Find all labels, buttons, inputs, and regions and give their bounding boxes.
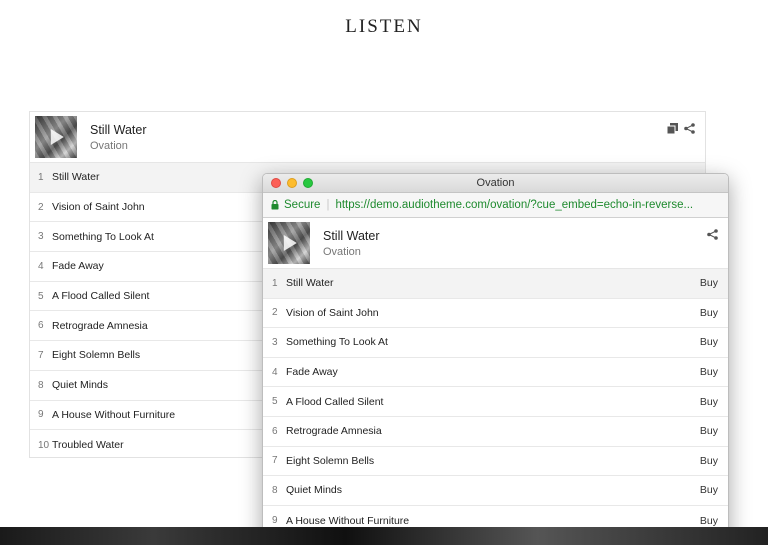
track-name: Vision of Saint John [286,306,379,319]
footer-image [0,527,768,545]
album-artwork[interactable] [35,116,77,158]
track-name: Retrograde Amnesia [286,425,382,438]
track-number: 8 [38,379,44,391]
track-name: A House Without Furniture [52,408,176,421]
track-row[interactable]: 5 A Flood Called Silent Buy [263,387,728,417]
playlist-icon[interactable] [667,123,678,134]
track-row[interactable]: 3 Something To Look At Buy [263,328,728,358]
track-name: Retrograde Amnesia [52,319,148,332]
track-number: 8 [272,484,278,496]
buy-link[interactable]: Buy [700,484,718,496]
buy-link[interactable]: Buy [700,396,718,408]
track-name: Still Water [52,171,100,184]
now-playing-artist: Ovation [90,140,128,152]
track-number: 7 [38,349,44,361]
track-name: Something To Look At [286,336,388,349]
embed-player-header: Still Water Ovation [263,218,728,269]
track-number: 2 [38,201,44,213]
track-number: 10 [38,439,50,451]
track-number: 5 [272,396,278,408]
embed-album-artwork[interactable] [268,222,310,264]
buy-link[interactable]: Buy [700,455,718,467]
track-number: 6 [272,425,278,437]
url-text[interactable]: https://demo.audiotheme.com/ovation/?cue… [335,199,693,211]
embed-now-playing-title: Still Water [323,229,380,243]
browser-window: Ovation Secure | https://demo.audiotheme… [262,173,729,545]
buy-link[interactable]: Buy [700,277,718,289]
buy-link[interactable]: Buy [700,515,718,527]
secure-label: Secure [284,199,321,211]
page-title: LISTEN [345,16,423,37]
track-number: 5 [38,290,44,302]
play-icon[interactable] [50,129,64,145]
track-number: 3 [38,231,44,243]
buy-link[interactable]: Buy [700,336,718,348]
track-number: 9 [38,409,44,421]
buy-link[interactable]: Buy [700,307,718,319]
track-name: Still Water [286,277,334,290]
track-row[interactable]: 6 Retrograde Amnesia Buy [263,417,728,447]
embed-now-playing-artist: Ovation [323,246,361,258]
address-separator: | [326,199,330,211]
embedded-player: Still Water Ovation 1 Still Water Buy 2 Visi… [263,218,728,535]
track-row[interactable]: 1 Still Water Buy [263,269,728,299]
track-number: 4 [38,260,44,272]
track-number: 7 [272,455,278,467]
window-titlebar[interactable]: Ovation [263,174,728,193]
track-name: Quiet Minds [286,484,343,497]
share-icon[interactable] [684,123,695,134]
track-row[interactable]: 7 Eight Solemn Bells Buy [263,447,728,477]
track-name: A Flood Called Silent [52,290,150,303]
track-number: 1 [38,171,44,183]
track-name: A Flood Called Silent [286,395,384,408]
track-name: Eight Solemn Bells [286,454,375,467]
track-name: Fade Away [52,260,104,273]
track-number: 9 [272,515,278,527]
track-number: 4 [272,366,278,378]
embed-play-icon[interactable] [283,235,297,251]
player-header: Still Water Ovation [30,112,705,163]
now-playing-title: Still Water [90,123,147,137]
embed-tracklist: 1 Still Water Buy 2 Vision of Saint John Buy 3… [263,269,728,535]
lock-icon [271,200,279,210]
buy-link[interactable]: Buy [700,425,718,437]
track-number: 1 [272,277,278,289]
embed-share-icon[interactable] [707,229,718,240]
track-name: A House Without Furniture [286,514,410,527]
track-number: 3 [272,336,278,348]
track-name: Troubled Water [52,439,124,452]
address-bar[interactable]: Secure | https://demo.audiotheme.com/ova… [263,193,728,218]
track-row[interactable]: 4 Fade Away Buy [263,358,728,388]
track-name: Eight Solemn Bells [52,349,141,362]
buy-link[interactable]: Buy [700,366,718,378]
track-name: Fade Away [286,366,338,379]
window-title: Ovation [476,177,515,189]
track-number: 2 [272,307,278,319]
track-name: Vision of Saint John [52,201,145,214]
track-number: 6 [38,320,44,332]
track-row[interactable]: 2 Vision of Saint John Buy [263,299,728,329]
track-name: Quiet Minds [52,379,109,392]
track-name: Something To Look At [52,230,154,243]
track-row[interactable]: 8 Quiet Minds Buy [263,476,728,506]
